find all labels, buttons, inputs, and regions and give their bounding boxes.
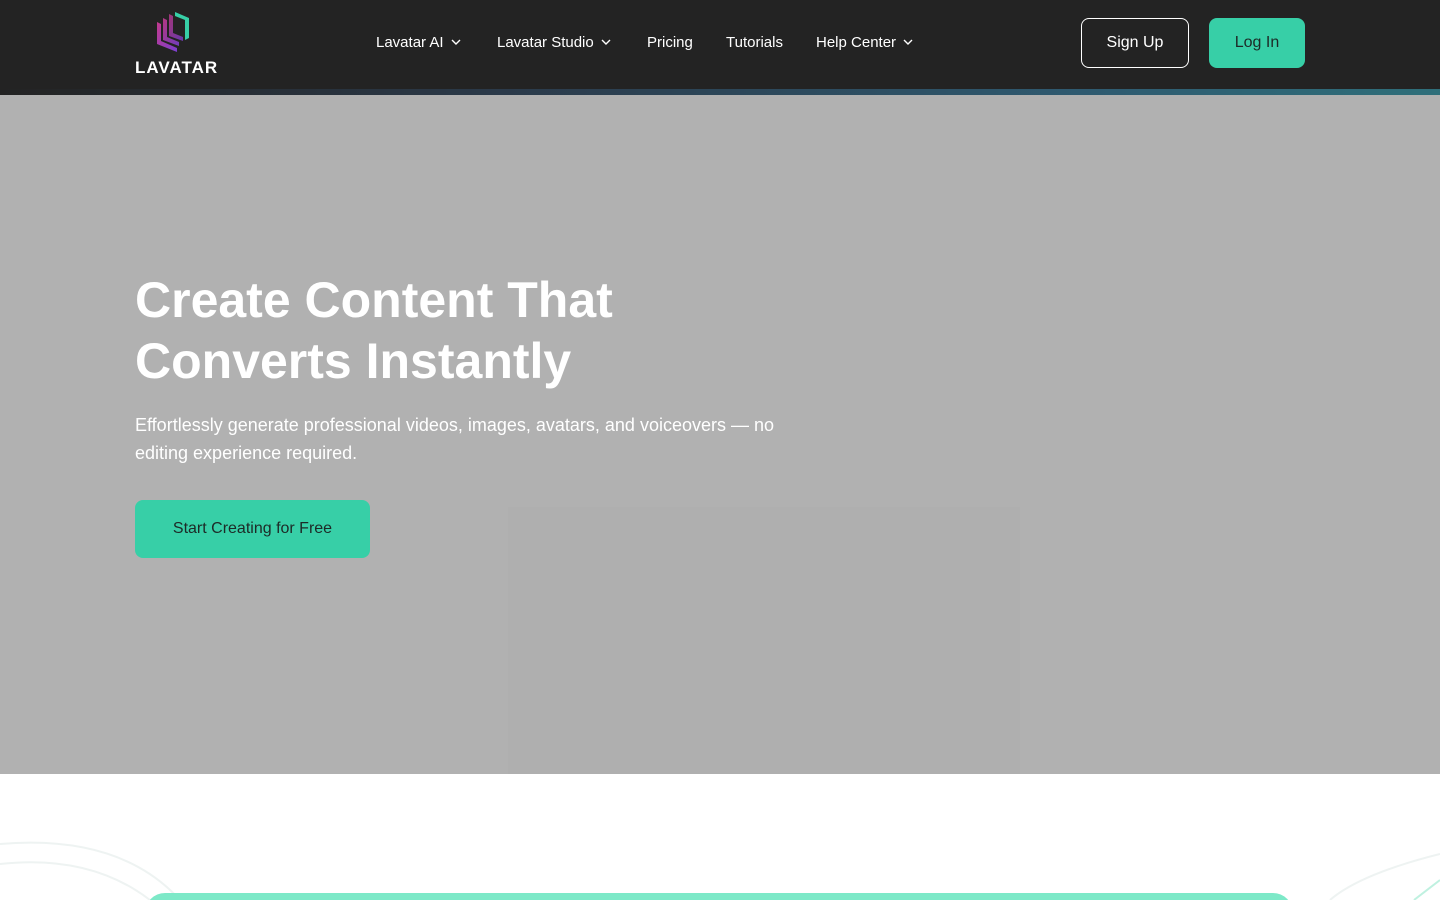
- nav-item-tutorials[interactable]: Tutorials: [726, 34, 783, 51]
- nav-item-pricing[interactable]: Pricing: [647, 34, 693, 51]
- sign-up-button[interactable]: Sign Up: [1081, 18, 1189, 68]
- brand-name: LAVATAR: [135, 58, 219, 77]
- nav-item-help-center[interactable]: Help Center: [816, 34, 914, 51]
- lavatar-logo-icon: [157, 12, 189, 52]
- nav-item-label: Help Center: [816, 33, 897, 51]
- chevron-down-icon: [903, 39, 913, 45]
- chevron-down-icon: [601, 39, 611, 45]
- chevron-down-icon: [451, 39, 461, 45]
- nav-item-lavatar-ai[interactable]: Lavatar AI: [376, 34, 462, 51]
- nav-item-lavatar-studio[interactable]: Lavatar Studio: [497, 34, 612, 51]
- hero-title-line-2: Converts Instantly: [135, 333, 572, 389]
- hero-section: Create Content That Converts Instantly E…: [0, 95, 1440, 774]
- feature-banner: [145, 893, 1293, 900]
- brand-logo[interactable]: LAVATAR: [135, 10, 219, 77]
- site-header: LAVATAR Lavatar AI Lavatar Studio Pricin…: [0, 0, 1440, 95]
- features-section: [0, 774, 1440, 900]
- nav-item-label: Tutorials: [726, 33, 783, 51]
- hero-title-line-1: Create Content That: [135, 272, 613, 328]
- hero-title: Create Content That Converts Instantly: [135, 270, 835, 392]
- hero-subtitle: Effortlessly generate professional video…: [135, 415, 774, 463]
- nav-item-label: Lavatar Studio: [497, 33, 594, 51]
- decorative-lines: [0, 841, 1440, 900]
- nav-item-label: Pricing: [647, 33, 693, 51]
- hero-media-placeholder: [508, 507, 1020, 774]
- start-creating-button[interactable]: Start Creating for Free: [135, 500, 370, 558]
- nav-item-label: Lavatar AI: [376, 33, 444, 51]
- log-in-button[interactable]: Log In: [1209, 18, 1305, 68]
